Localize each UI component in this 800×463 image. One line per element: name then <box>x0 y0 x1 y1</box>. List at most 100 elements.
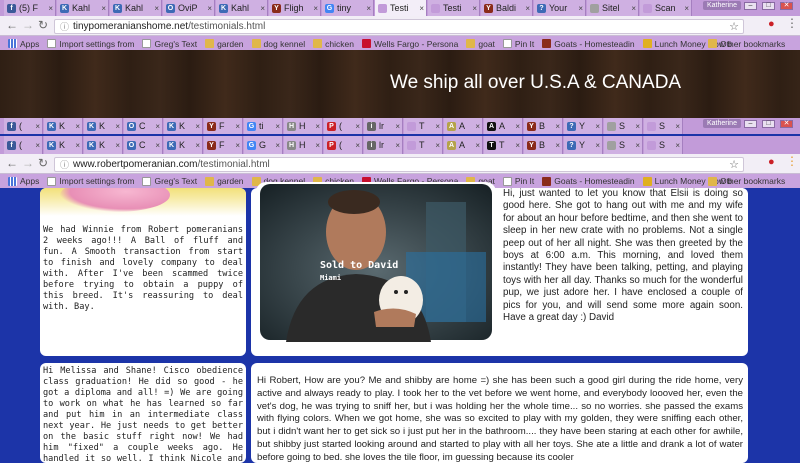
main-tab[interactable]: ? Y × <box>564 136 603 154</box>
tab-close-icon[interactable]: × <box>193 141 202 150</box>
tab-close-icon[interactable]: × <box>353 141 362 150</box>
pinterest-extension-icon[interactable]: ● <box>768 18 775 30</box>
main-bookmark-star-icon[interactable]: ☆ <box>729 158 739 171</box>
inner-tab[interactable]: A A × <box>484 118 523 134</box>
forward-icon[interactable]: → <box>22 18 34 32</box>
main-other-bookmarks[interactable]: Other bookmarks <box>708 176 785 186</box>
main-url-bar[interactable]: ⓘ www.robertpomeranian.com/testimonial.h… <box>54 157 744 172</box>
bookmark-item[interactable]: Apps <box>8 39 39 49</box>
tab-close-icon[interactable]: × <box>629 4 638 13</box>
main-tab[interactable]: H H × <box>284 136 323 154</box>
main-forward-icon[interactable]: → <box>22 156 34 170</box>
tab-close-icon[interactable]: × <box>523 4 532 13</box>
top-tab[interactable]: Testi × <box>428 0 480 16</box>
bookmark-item[interactable]: Greg's Text <box>142 39 197 49</box>
main-tab[interactable]: K K × <box>164 136 203 154</box>
tab-close-icon[interactable]: × <box>393 141 402 150</box>
bookmark-item[interactable]: chicken <box>313 39 354 49</box>
top-tab[interactable]: Scan × <box>640 0 692 16</box>
bookmark-item[interactable]: Pin It <box>502 39 534 49</box>
bookmark-item[interactable]: Import settings from <box>47 176 134 186</box>
inner-tab[interactable]: K K × <box>84 118 123 134</box>
tab-close-icon[interactable]: × <box>233 122 242 131</box>
inner-tab[interactable]: i lr × <box>364 118 403 134</box>
tab-close-icon[interactable]: × <box>313 141 322 150</box>
inner-minimize-button[interactable]: – <box>744 120 757 128</box>
tab-close-icon[interactable]: × <box>99 4 108 13</box>
bookmark-item[interactable]: Goats - Homesteadin <box>542 176 635 186</box>
bookmark-item[interactable]: Goats - Homesteadin <box>542 39 635 49</box>
tab-close-icon[interactable]: × <box>633 122 642 131</box>
top-tab[interactable]: f (5) F × <box>4 0 56 16</box>
top-tab[interactable]: K Kahl × <box>57 0 109 16</box>
inner-tab[interactable]: A A × <box>444 118 483 134</box>
top-tab[interactable]: Y Fligh × <box>269 0 321 16</box>
tab-close-icon[interactable]: × <box>273 122 282 131</box>
inner-tab[interactable]: T × <box>404 118 443 134</box>
tab-close-icon[interactable]: × <box>113 122 122 131</box>
top-tab[interactable]: Testi × <box>375 0 427 16</box>
tab-close-icon[interactable]: × <box>633 141 642 150</box>
bookmark-item[interactable]: Pin It <box>502 176 534 186</box>
tab-close-icon[interactable]: × <box>364 4 373 13</box>
inner-tab[interactable]: S × <box>644 118 683 134</box>
other-bookmarks[interactable]: Other bookmarks <box>708 39 785 49</box>
menu-icon[interactable]: ⋮ <box>786 16 798 30</box>
bookmark-item[interactable]: Import settings from <box>47 39 134 49</box>
tab-close-icon[interactable]: × <box>433 141 442 150</box>
main-tab[interactable]: P(× <box>324 136 363 154</box>
bookmark-item[interactable]: Greg's Text <box>142 176 197 186</box>
tab-close-icon[interactable]: × <box>593 141 602 150</box>
main-tab[interactable]: S × <box>644 136 683 154</box>
tab-close-icon[interactable]: × <box>673 122 682 131</box>
main-tab[interactable]: Y F × <box>204 136 243 154</box>
bookmark-item[interactable]: goat <box>466 39 495 49</box>
main-tab[interactable]: G G × <box>244 136 283 154</box>
tab-close-icon[interactable]: × <box>576 4 585 13</box>
inner-tab[interactable]: Y B × <box>524 118 563 134</box>
tab-close-icon[interactable]: × <box>513 141 522 150</box>
main-tab[interactable]: O C × <box>124 136 163 154</box>
main-menu-icon[interactable]: ⋮ <box>786 154 798 168</box>
reload-icon[interactable]: ↻ <box>38 18 48 32</box>
tab-close-icon[interactable]: × <box>673 141 682 150</box>
tab-close-icon[interactable]: × <box>153 122 162 131</box>
tab-close-icon[interactable]: × <box>513 122 522 131</box>
tab-close-icon[interactable]: × <box>353 122 362 131</box>
main-tab[interactable]: f( × <box>4 136 43 154</box>
tab-close-icon[interactable]: × <box>33 141 42 150</box>
main-tab[interactable]: T × <box>404 136 443 154</box>
tab-close-icon[interactable]: × <box>46 4 55 13</box>
profile-button[interactable]: Katherine <box>703 1 741 10</box>
tab-close-icon[interactable]: × <box>313 122 322 131</box>
tab-close-icon[interactable]: × <box>258 4 267 13</box>
tab-close-icon[interactable]: × <box>393 122 402 131</box>
bookmark-star-icon[interactable]: ☆ <box>729 20 739 33</box>
main-tab[interactable]: i lr × <box>364 136 403 154</box>
inner-profile-button[interactable]: Katherine <box>703 119 741 128</box>
tab-close-icon[interactable]: × <box>153 141 162 150</box>
tab-close-icon[interactable]: × <box>473 141 482 150</box>
inner-maximize-button[interactable]: □ <box>762 120 775 128</box>
main-tab[interactable]: S × <box>604 136 643 154</box>
bookmark-item[interactable]: garden <box>205 176 244 186</box>
inner-tab[interactable]: H H × <box>284 118 323 134</box>
bookmark-item[interactable]: Wells Fargo - Persona <box>361 39 458 49</box>
tab-close-icon[interactable]: × <box>113 141 122 150</box>
tab-close-icon[interactable]: × <box>73 122 82 131</box>
bookmark-item[interactable]: garden <box>205 39 244 49</box>
inner-tab[interactable]: ? Y × <box>564 118 603 134</box>
tab-close-icon[interactable]: × <box>553 122 562 131</box>
main-pinterest-icon[interactable]: ● <box>768 156 775 168</box>
tab-close-icon[interactable]: × <box>205 4 214 13</box>
main-reload-icon[interactable]: ↻ <box>38 156 48 170</box>
inner-tab[interactable]: f( × <box>4 118 43 134</box>
top-tab[interactable]: Gtiny × <box>322 0 374 16</box>
bookmark-item[interactable]: dog kennel <box>251 39 305 49</box>
tab-close-icon[interactable]: × <box>593 122 602 131</box>
inner-tab[interactable]: S × <box>604 118 643 134</box>
main-tab[interactable]: K K × <box>44 136 83 154</box>
main-tab[interactable]: A A × <box>444 136 483 154</box>
inner-tab[interactable]: Y F × <box>204 118 243 134</box>
top-tab[interactable]: Y Baldi × <box>481 0 533 16</box>
